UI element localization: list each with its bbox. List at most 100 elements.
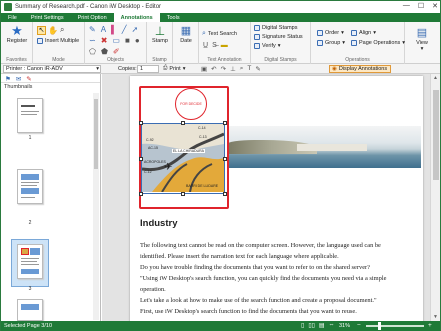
pen-icon[interactable]: ✎ — [89, 25, 96, 34]
thumbnail-page-3[interactable] — [17, 244, 43, 279]
brush-icon[interactable]: ✐ — [113, 47, 120, 56]
chevron-down-icon: ▾ — [182, 65, 186, 72]
ellipse-icon[interactable]: ● — [135, 36, 140, 45]
stamp-button[interactable]: ⊥ Stamp — [149, 24, 171, 44]
window-title: Summary of Research.pdf - Canon iW Deskt… — [15, 4, 162, 10]
tab-print-option[interactable]: Print Option — [71, 13, 114, 22]
coast-photo — [227, 126, 421, 168]
print-toolbar: Printer : Canon iR-ADV ▾ Copies: 1 ⎙ Pri… — [1, 64, 440, 74]
text-box-icon[interactable]: A — [101, 25, 106, 34]
polygon-icon[interactable]: ⬠ — [89, 47, 96, 56]
thumbnail-page-4[interactable] — [17, 299, 43, 321]
register-button[interactable]: ★ Register — [4, 24, 30, 45]
view-button[interactable]: ▤ View ▾ — [409, 26, 435, 52]
thumbnail-page-2[interactable] — [17, 169, 43, 204]
text-search-button[interactable]: ⌕ Text Search — [202, 30, 237, 38]
tab-file[interactable]: File — [1, 13, 24, 22]
resize-handle[interactable] — [139, 192, 143, 196]
zoom-level: 31% — [339, 323, 351, 329]
operations-group: Order ▾ Group ▾ Align ▾ Page Operations … — [311, 22, 405, 64]
fit-width-icon[interactable]: ⇔ — [329, 322, 335, 329]
toolbar-icons: ▣ ↶ ↷ ⊥ ⌕ T ✎ — [201, 65, 261, 73]
underline-icon[interactable]: U̲ — [203, 42, 208, 49]
save-icon[interactable]: ▣ — [201, 65, 207, 73]
document-scroll-thumb[interactable] — [433, 90, 439, 180]
single-page-icon[interactable]: ▯ — [301, 322, 304, 329]
continuous-icon[interactable]: ▤ — [319, 322, 325, 329]
digital-stamps-button[interactable]: Digital Stamps — [254, 25, 297, 31]
strikethrough-icon[interactable]: S̶ — [212, 42, 217, 49]
printer-select[interactable]: Printer : Canon iR-ADV ▾ — [3, 65, 101, 73]
highlight-text-icon[interactable]: ▬ — [221, 42, 228, 49]
undo-icon[interactable]: ↶ — [211, 65, 216, 73]
document-page[interactable]: FOR DECIDE C-14 C-92 C-13 AC-15 EL LA CH… — [130, 76, 423, 321]
calendar-icon: ▦ — [180, 25, 192, 37]
chevron-down-icon: ▾ — [277, 43, 281, 49]
resize-handle[interactable] — [223, 157, 227, 161]
lasso-icon[interactable]: ∽ — [89, 36, 96, 45]
arrow-icon[interactable]: ➚ — [132, 25, 139, 34]
zoom-in-icon[interactable]: + — [428, 322, 432, 329]
redo-icon[interactable]: ↷ — [221, 65, 226, 73]
zoom-tool-icon[interactable]: ⌕ — [60, 25, 64, 35]
close-icon[interactable]: ✕ — [432, 2, 438, 10]
tab-tools[interactable]: Tools — [160, 13, 187, 22]
zoom-out-icon[interactable]: − — [357, 322, 361, 329]
text-icon[interactable]: T — [247, 65, 251, 73]
body-line: The following text cannot be read on the… — [140, 242, 381, 249]
page-operations-button[interactable]: Page Operations ▾ — [351, 40, 405, 46]
rectangle-icon[interactable]: ▭ — [112, 36, 120, 45]
zoom-slider[interactable] — [366, 322, 424, 330]
minimize-icon[interactable]: — — [403, 2, 410, 10]
maximize-icon[interactable]: ☐ — [418, 2, 424, 10]
scroll-up-icon[interactable]: ▲ — [433, 75, 438, 81]
view-icon: ▤ — [416, 27, 428, 39]
resize-handle[interactable] — [139, 121, 143, 125]
order-button[interactable]: Order ▾ — [317, 30, 344, 36]
resize-handle[interactable] — [181, 121, 185, 125]
annotation-list-icon[interactable]: ✎ — [26, 75, 31, 83]
body-line: Do you have trouble finding the document… — [140, 264, 370, 271]
tab-print-settings[interactable]: Print Settings — [24, 13, 71, 22]
thumbnail-page-1[interactable] — [17, 98, 43, 133]
highlighter-icon[interactable]: ▌ — [111, 25, 117, 34]
resize-handle[interactable] — [139, 157, 143, 161]
line-icon[interactable]: ╱ — [122, 25, 127, 34]
hand-tool-icon[interactable]: ✋ — [48, 26, 58, 35]
signature-status-button[interactable]: Signature Status — [254, 34, 303, 40]
resize-handle[interactable] — [181, 192, 185, 196]
verify-button[interactable]: Verify ▾ — [254, 43, 281, 49]
eraser-icon[interactable]: ✖ — [101, 36, 108, 45]
scroll-down-icon[interactable]: ▼ — [433, 314, 438, 320]
document-view[interactable]: FOR DECIDE C-14 C-92 C-13 AC-15 EL LA CH… — [102, 74, 430, 321]
stamp-small-icon[interactable]: ⊥ — [230, 65, 236, 73]
align-button[interactable]: Align ▾ — [351, 30, 376, 36]
comment-icon[interactable]: ✉ — [16, 75, 21, 83]
object-selection-frame[interactable] — [139, 121, 227, 196]
print-button[interactable]: ⎙ Print ▾ — [163, 65, 185, 72]
select-tool-icon[interactable]: ↖ — [37, 25, 46, 35]
insert-multiple-icon — [37, 38, 43, 44]
resize-handle[interactable] — [223, 121, 227, 125]
document-scrollbar[interactable]: ▲ ▼ — [430, 74, 440, 321]
resize-handle[interactable] — [223, 192, 227, 196]
group-button[interactable]: Group ▾ — [317, 40, 345, 46]
filled-rectangle-icon[interactable]: ■ — [125, 36, 130, 45]
thumbnails-scrollbar[interactable] — [93, 93, 99, 320]
insert-multiple-button[interactable]: Insert Multiple — [37, 38, 79, 44]
filled-polygon-icon[interactable]: ⬟ — [101, 47, 108, 56]
ribbon: ★ Register Favorites ↖ ✋ ⌕ Insert Multip… — [1, 22, 440, 64]
two-page-icon[interactable]: ▯▯ — [308, 322, 315, 329]
stamp-group: ⊥ Stamp Stamp — [147, 22, 173, 64]
tab-annotations[interactable]: Annotations — [113, 13, 160, 22]
bookmark-icon[interactable]: ⚑ — [5, 75, 11, 83]
zoom-slider-thumb[interactable] — [378, 322, 381, 330]
ribbon-tabs: File Print Settings Print Option Annotat… — [1, 13, 440, 22]
thumbnails-scroll-thumb[interactable] — [94, 99, 98, 169]
search-icon[interactable]: ⌕ — [240, 65, 244, 73]
favorites-group: ★ Register Favorites — [1, 22, 33, 64]
date-button[interactable]: ▦ Date — [175, 24, 197, 44]
copies-input[interactable]: 1 — [137, 65, 159, 73]
annotation-icon[interactable]: ✎ — [255, 65, 260, 73]
display-annotations-toggle[interactable]: ◉ Display Annotations — [329, 65, 391, 73]
